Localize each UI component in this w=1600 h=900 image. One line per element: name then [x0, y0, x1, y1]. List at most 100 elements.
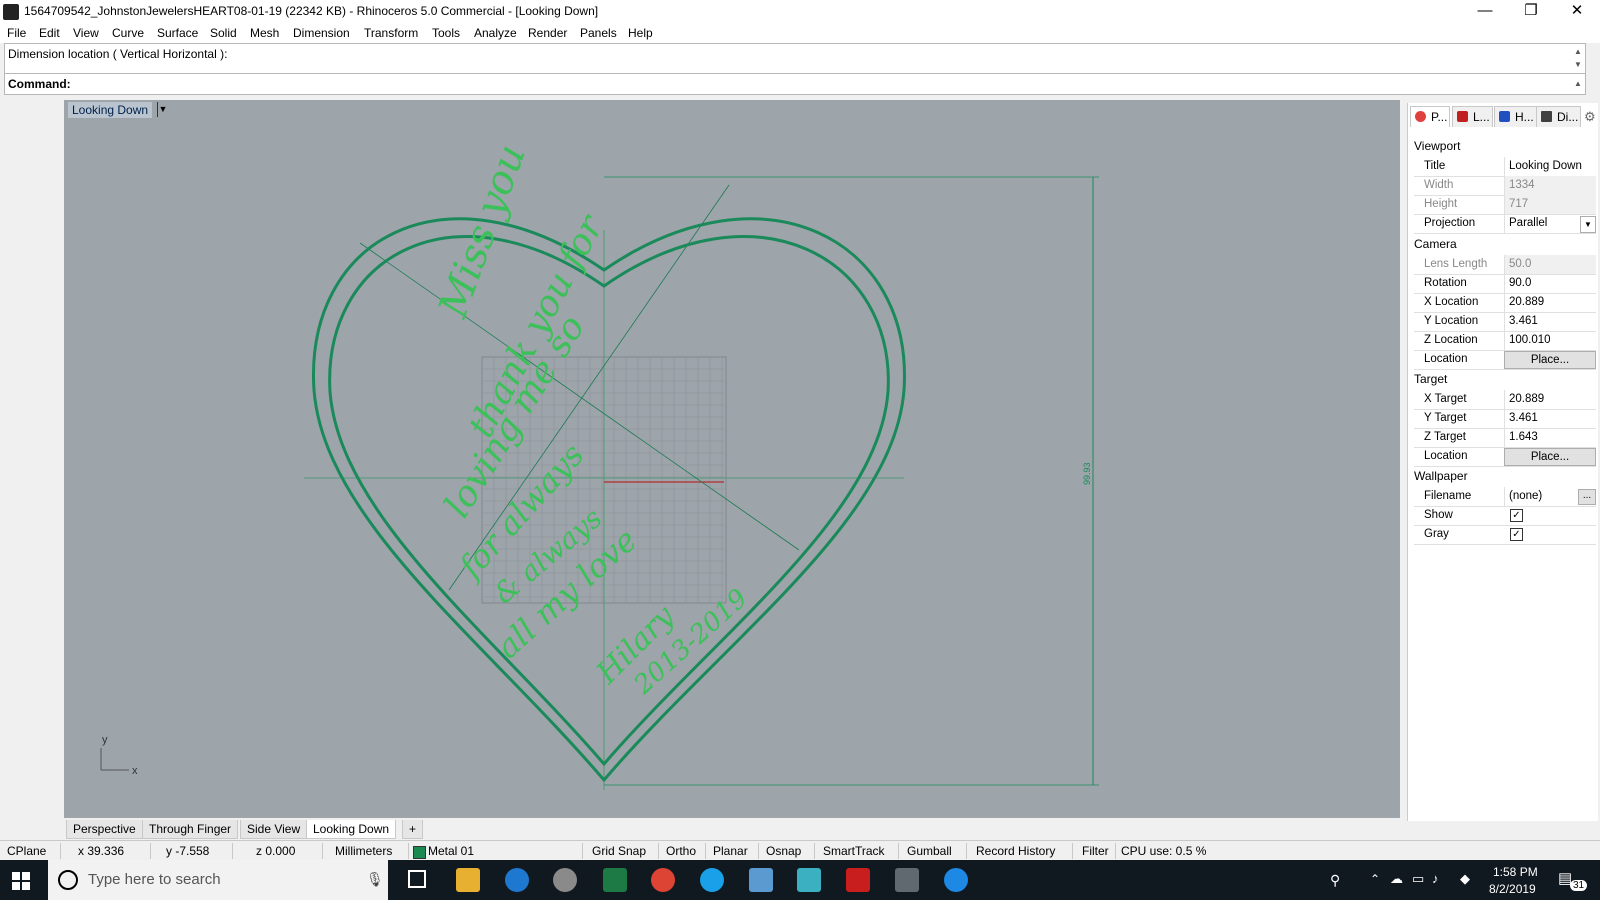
paint-icon[interactable]	[553, 868, 577, 892]
dimension-label: 99.93	[1082, 462, 1092, 485]
target-place-button[interactable]: Place...	[1504, 448, 1596, 466]
title-field[interactable]: Looking Down	[1504, 157, 1596, 176]
task-view-icon[interactable]	[408, 870, 426, 888]
prop-y-target: Y Target 3.461	[1414, 409, 1596, 429]
taskbar-search[interactable]: Type here to search 🎙	[48, 860, 388, 900]
section-target: Target	[1414, 372, 1448, 386]
excel-icon[interactable]	[603, 868, 627, 892]
toggle-filter[interactable]: Filter	[1082, 844, 1109, 858]
rhino-taskbar-icon[interactable]	[895, 868, 919, 892]
file-explorer-icon[interactable]	[456, 868, 480, 892]
menu-edit[interactable]: Edit	[39, 26, 60, 40]
sync-app-icon[interactable]	[797, 868, 821, 892]
show-checkbox[interactable]: ✓	[1510, 509, 1523, 522]
menu-tools[interactable]: Tools	[432, 26, 460, 40]
panel-tab-help[interactable]: H...	[1494, 106, 1537, 127]
cortana-icon	[58, 870, 78, 890]
x-location-field[interactable]: 20.889	[1504, 293, 1596, 312]
menu-render[interactable]: Render	[528, 26, 567, 40]
viewport-looking-down[interactable]: 99.93 Miss you thank you for loving me s…	[64, 100, 1400, 818]
tab-looking-down[interactable]: Looking Down	[306, 820, 397, 839]
cplane-status[interactable]: CPlane	[7, 844, 46, 858]
menu-dimension[interactable]: Dimension	[293, 26, 350, 40]
history-scroll-down-icon[interactable]: ▼	[1571, 58, 1585, 72]
z-location-field[interactable]: 100.010	[1504, 331, 1596, 350]
history-scroll-up-icon[interactable]: ▲	[1571, 45, 1585, 59]
menu-transform[interactable]: Transform	[364, 26, 418, 40]
menu-surface[interactable]: Surface	[157, 26, 198, 40]
viewport-canvas[interactable]: 99.93 Miss you thank you for loving me s…	[64, 100, 1400, 818]
chrome-icon[interactable]	[651, 868, 675, 892]
panel-tab-properties[interactable]: P...	[1410, 106, 1451, 127]
toggle-planar[interactable]: Planar	[713, 844, 748, 858]
windows-start-icon[interactable]	[12, 872, 30, 890]
y-location-field[interactable]: 3.461	[1504, 312, 1596, 331]
dropbox-icon[interactable]: ◆	[1460, 871, 1470, 887]
camera-place-button[interactable]: Place...	[1504, 351, 1596, 369]
units-status[interactable]: Millimeters	[335, 844, 392, 858]
tab-perspective[interactable]: Perspective	[66, 820, 143, 839]
network-app-icon[interactable]	[749, 868, 773, 892]
menu-analyze[interactable]: Analyze	[474, 26, 517, 40]
prop-camera-location: Location Place...	[1414, 350, 1596, 370]
y-target-field[interactable]: 3.461	[1504, 409, 1596, 428]
current-layer[interactable]: Metal 01	[428, 844, 474, 858]
menu-view[interactable]: View	[73, 26, 99, 40]
toggle-smarttrack[interactable]: SmartTrack	[823, 844, 885, 858]
command-input[interactable]	[73, 76, 1473, 91]
volume-icon[interactable]: ♪	[1432, 871, 1439, 886]
panel-tab-display[interactable]: Di...	[1536, 106, 1582, 127]
menu-curve[interactable]: Curve	[112, 26, 144, 40]
help-icon	[1499, 111, 1510, 122]
toggle-ortho[interactable]: Ortho	[666, 844, 696, 858]
display-icon	[1541, 111, 1552, 122]
menu-help[interactable]: Help	[628, 26, 653, 40]
menu-solid[interactable]: Solid	[210, 26, 237, 40]
menu-panels[interactable]: Panels	[580, 26, 617, 40]
teamviewer-icon[interactable]	[944, 868, 968, 892]
x-coordinate: x 39.336	[78, 844, 125, 858]
microphone-icon[interactable]: 🎙	[366, 871, 384, 888]
rotation-field[interactable]: 90.0	[1504, 274, 1596, 293]
skype-icon[interactable]	[700, 868, 724, 892]
acrobat-icon[interactable]	[846, 868, 870, 892]
viewport-menu-chevron-icon[interactable]: ▼	[157, 102, 168, 117]
prop-title: Title Looking Down	[1414, 157, 1596, 177]
viewport-title[interactable]: Looking Down	[68, 102, 153, 118]
prop-gray: Gray ✓	[1414, 525, 1596, 545]
close-button[interactable]: ✕	[1554, 0, 1600, 24]
axis-y-label: y	[102, 734, 108, 746]
command-spin-icon[interactable]: ▲	[1571, 77, 1585, 91]
layers-icon	[1457, 111, 1468, 122]
z-target-field[interactable]: 1.643	[1504, 428, 1596, 447]
prop-z-target: Z Target 1.643	[1414, 428, 1596, 448]
edge-icon[interactable]	[505, 868, 529, 892]
toggle-osnap[interactable]: Osnap	[766, 844, 801, 858]
network-icon[interactable]: ▭	[1412, 871, 1424, 887]
tab-side-view[interactable]: Side View	[240, 820, 308, 839]
panel-gear-icon[interactable]: ⚙	[1584, 109, 1596, 125]
clock-time[interactable]: 1:58 PM	[1493, 865, 1538, 879]
prop-x-target: X Target 20.889	[1414, 390, 1596, 410]
tray-chevron-up-icon[interactable]: ⌃	[1370, 872, 1380, 886]
command-label: Command:	[8, 77, 71, 91]
onedrive-icon[interactable]: ☁	[1390, 871, 1403, 887]
gray-checkbox[interactable]: ✓	[1510, 528, 1523, 541]
x-target-field[interactable]: 20.889	[1504, 390, 1596, 409]
menu-file[interactable]: File	[7, 26, 26, 40]
tab-through-finger[interactable]: Through Finger	[142, 820, 239, 839]
people-icon[interactable]: ⚲	[1330, 872, 1340, 889]
menu-mesh[interactable]: Mesh	[250, 26, 279, 40]
menu-bar: File Edit View Curve Surface Solid Mesh …	[0, 24, 1600, 43]
minimize-button[interactable]: —	[1462, 0, 1508, 24]
toggle-gumball[interactable]: Gumball	[907, 844, 952, 858]
browse-wallpaper-button[interactable]: ...	[1578, 489, 1596, 505]
panel-tab-layers[interactable]: L...	[1452, 106, 1493, 127]
projection-chevron-down-icon[interactable]: ▼	[1580, 216, 1596, 233]
clock-date[interactable]: 8/2/2019	[1489, 882, 1536, 896]
title-bar: 1564709542_JohnstonJewelersHEART08-01-19…	[0, 0, 1600, 24]
toggle-record-history[interactable]: Record History	[976, 844, 1055, 858]
toggle-grid-snap[interactable]: Grid Snap	[592, 844, 646, 858]
restore-button[interactable]: ❐	[1508, 0, 1554, 24]
add-viewport-tab-button[interactable]: +	[402, 820, 424, 839]
